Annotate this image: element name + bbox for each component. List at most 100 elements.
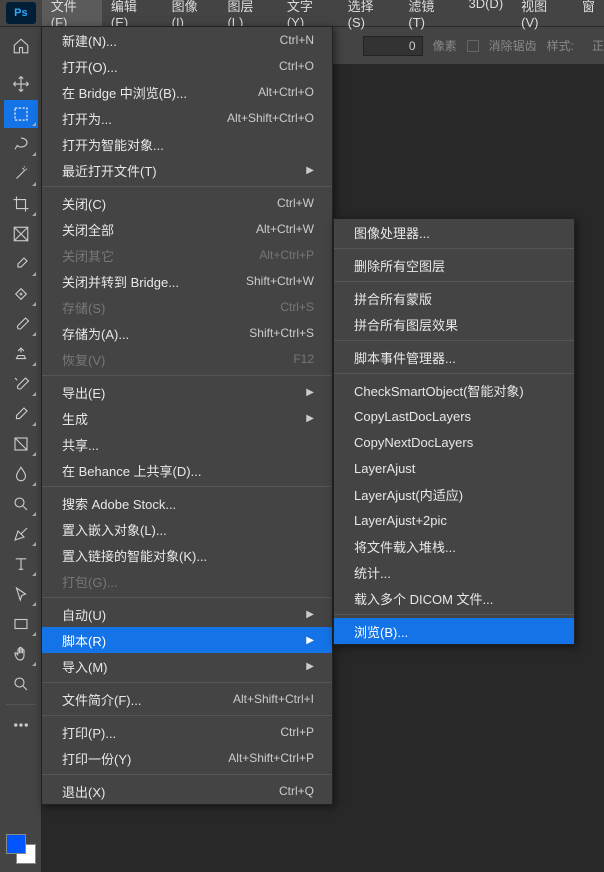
menu-item-label: 删除所有空图层 xyxy=(354,256,445,275)
menu-item[interactable]: 关闭(C)Ctrl+W xyxy=(42,190,332,216)
blur-tool-icon[interactable] xyxy=(4,460,38,488)
menu-item-label: 图像处理器... xyxy=(354,223,430,242)
pen-tool-icon[interactable] xyxy=(4,520,38,548)
menu-item[interactable]: 拼合所有蒙版 xyxy=(334,285,574,311)
menu-item[interactable]: 打开为...Alt+Shift+Ctrl+O xyxy=(42,105,332,131)
menu-item[interactable]: 打印(P)...Ctrl+P xyxy=(42,719,332,745)
move-tool-icon[interactable] xyxy=(4,70,38,98)
menu-item-label: CopyNextDocLayers xyxy=(354,435,473,450)
rectangle-tool-icon[interactable] xyxy=(4,610,38,638)
menu-item[interactable]: LayerAjust+2pic xyxy=(334,507,574,533)
menu-item[interactable]: 打开为智能对象... xyxy=(42,131,332,157)
menu-item[interactable]: 最近打开文件(T)▶ xyxy=(42,157,332,183)
menu-item[interactable]: 打开(O)...Ctrl+O xyxy=(42,53,332,79)
menu-item-label: 打开为... xyxy=(62,109,112,128)
magic-wand-tool-icon[interactable] xyxy=(4,160,38,188)
menu-item[interactable]: 脚本(R)▶ xyxy=(42,627,332,653)
hand-tool-icon[interactable] xyxy=(4,640,38,668)
menu-item[interactable]: 浏览(B)... xyxy=(334,618,574,644)
menu-item-label: CheckSmartObject(智能对象) xyxy=(354,381,524,400)
menu-item[interactable]: 删除所有空图层 xyxy=(334,252,574,278)
menu-item[interactable]: 自动(U)▶ xyxy=(42,601,332,627)
menu-item[interactable]: 拼合所有图层效果 xyxy=(334,311,574,337)
submenu-arrow-icon: ▶ xyxy=(306,413,314,424)
menu-item[interactable]: 新建(N)...Ctrl+N xyxy=(42,27,332,53)
eyedropper-tool-icon[interactable] xyxy=(4,250,38,278)
foreground-color-swatch[interactable] xyxy=(6,834,26,854)
menubar-item[interactable]: 选择(S) xyxy=(339,0,400,34)
menu-item[interactable]: 退出(X)Ctrl+Q xyxy=(42,778,332,804)
lasso-tool-icon[interactable] xyxy=(4,130,38,158)
menu-item[interactable]: CopyLastDocLayers xyxy=(334,403,574,429)
menubar-item[interactable]: 3D(D) xyxy=(459,0,512,34)
menu-item[interactable]: 图像处理器... xyxy=(334,219,574,245)
menu-item-label: 搜索 Adobe Stock... xyxy=(62,494,176,513)
menu-item[interactable]: 置入嵌入对象(L)... xyxy=(42,516,332,542)
brush-tool-icon[interactable] xyxy=(4,310,38,338)
dodge-tool-icon[interactable] xyxy=(4,490,38,518)
menu-item[interactable]: 生成 ▶ xyxy=(42,405,332,431)
eraser-tool-icon[interactable] xyxy=(4,400,38,428)
menu-item[interactable]: LayerAjust(内适应) xyxy=(334,481,574,507)
menu-item[interactable]: 在 Behance 上共享(D)... xyxy=(42,457,332,483)
menu-item[interactable]: LayerAjust xyxy=(334,455,574,481)
menu-item[interactable]: 存储为(A)...Shift+Ctrl+S xyxy=(42,320,332,346)
menu-item[interactable]: 关闭并转到 Bridge...Shift+Ctrl+W xyxy=(42,268,332,294)
menu-item[interactable]: CheckSmartObject(智能对象) xyxy=(334,377,574,403)
menu-item-shortcut: Alt+Ctrl+P xyxy=(259,248,314,262)
antialias-checkbox[interactable] xyxy=(467,40,479,52)
menu-item-label: 文件简介(F)... xyxy=(62,690,141,709)
menu-item-label: 统计... xyxy=(354,563,391,582)
menu-item[interactable]: CopyNextDocLayers xyxy=(334,429,574,455)
zoom-tool-icon[interactable] xyxy=(4,670,38,698)
menu-separator xyxy=(42,375,332,376)
history-brush-tool-icon[interactable] xyxy=(4,370,38,398)
menu-item[interactable]: 脚本事件管理器... xyxy=(334,344,574,370)
menu-item-shortcut: Ctrl+N xyxy=(280,33,314,47)
menu-item-shortcut: Shift+Ctrl+S xyxy=(249,326,314,340)
menu-item-label: 导入(M) xyxy=(62,657,108,676)
menu-item[interactable]: 共享... xyxy=(42,431,332,457)
menu-item-label: 打包(G)... xyxy=(62,572,118,591)
menu-item[interactable]: 导出(E)▶ xyxy=(42,379,332,405)
menu-item[interactable]: 打印一份(Y)Alt+Shift+Ctrl+P xyxy=(42,745,332,771)
frame-tool-icon[interactable] xyxy=(4,220,38,248)
menu-item-label: 导出(E) xyxy=(62,383,105,402)
menu-item-label: LayerAjust+2pic xyxy=(354,513,447,528)
menu-item-label: 生成 xyxy=(62,409,88,428)
menu-item[interactable]: 搜索 Adobe Stock... xyxy=(42,490,332,516)
antialias-label: 消除锯齿 xyxy=(489,37,537,54)
menu-item-shortcut: Alt+Ctrl+W xyxy=(256,222,314,236)
menu-item[interactable]: 关闭全部Alt+Ctrl+W xyxy=(42,216,332,242)
menu-item-label: 关闭(C) xyxy=(62,194,106,213)
style-value[interactable]: 正 xyxy=(592,37,604,54)
app-logo-icon: Ps xyxy=(6,2,36,24)
healing-brush-tool-icon[interactable] xyxy=(4,280,38,308)
pixels-field[interactable]: 0 xyxy=(363,36,423,56)
edit-toolbar-icon[interactable] xyxy=(4,711,38,739)
script-submenu: 图像处理器... 删除所有空图层拼合所有蒙版拼合所有图层效果脚本事件管理器... C… xyxy=(333,218,575,645)
crop-tool-icon[interactable] xyxy=(4,190,38,218)
menubar-item[interactable]: 滤镜(T) xyxy=(399,0,459,34)
submenu-arrow-icon: ▶ xyxy=(306,635,314,646)
menu-item-label: 恢复(V) xyxy=(62,350,105,369)
menu-item[interactable]: 导入(M)▶ xyxy=(42,653,332,679)
home-icon[interactable] xyxy=(10,35,32,57)
menubar-item[interactable]: 窗 xyxy=(573,0,604,34)
menu-item[interactable]: 在 Bridge 中浏览(B)...Alt+Ctrl+O xyxy=(42,79,332,105)
type-tool-icon[interactable] xyxy=(4,550,38,578)
menu-item[interactable]: 统计... xyxy=(334,559,574,585)
menu-item-shortcut: Ctrl+O xyxy=(279,59,314,73)
menu-item-label: 共享... xyxy=(62,435,99,454)
menubar-item[interactable]: 视图(V) xyxy=(512,0,573,34)
menu-item-label: 置入链接的智能对象(K)... xyxy=(62,546,207,565)
menu-item[interactable]: 载入多个 DICOM 文件... xyxy=(334,585,574,611)
menu-item[interactable]: 将文件载入堆栈... xyxy=(334,533,574,559)
menu-item[interactable]: 文件简介(F)...Alt+Shift+Ctrl+I xyxy=(42,686,332,712)
clone-stamp-tool-icon[interactable] xyxy=(4,340,38,368)
marquee-tool-icon[interactable] xyxy=(4,100,38,128)
gradient-tool-icon[interactable] xyxy=(4,430,38,458)
color-swatches[interactable] xyxy=(6,834,36,864)
menu-item[interactable]: 置入链接的智能对象(K)... xyxy=(42,542,332,568)
path-selection-tool-icon[interactable] xyxy=(4,580,38,608)
